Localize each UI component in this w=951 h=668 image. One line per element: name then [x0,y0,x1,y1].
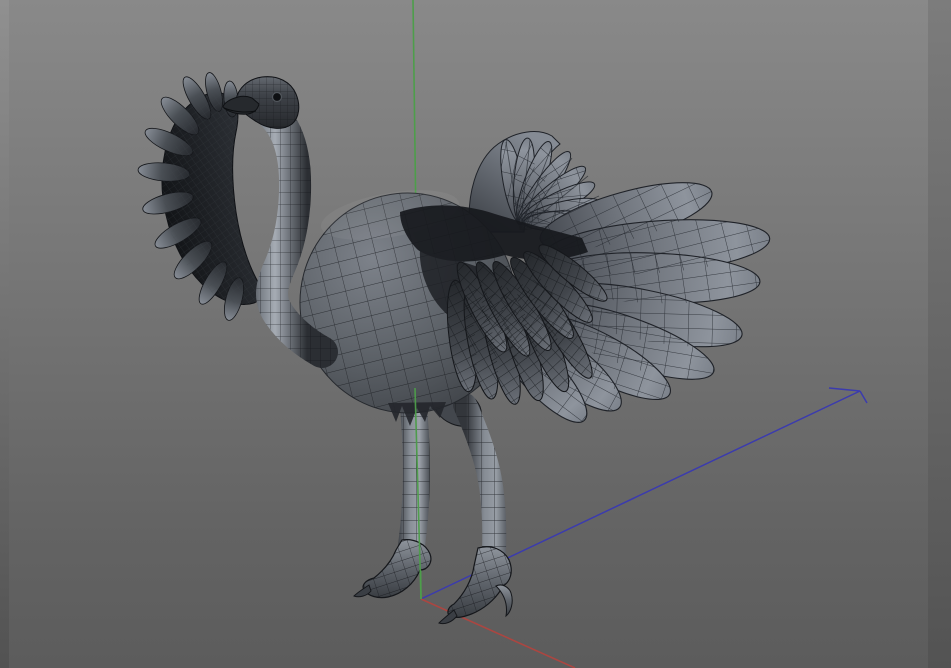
viewport-left-edge [0,0,9,668]
3d-viewport[interactable] [0,0,951,668]
viewport-right-edge [928,0,951,668]
eye [273,93,282,102]
